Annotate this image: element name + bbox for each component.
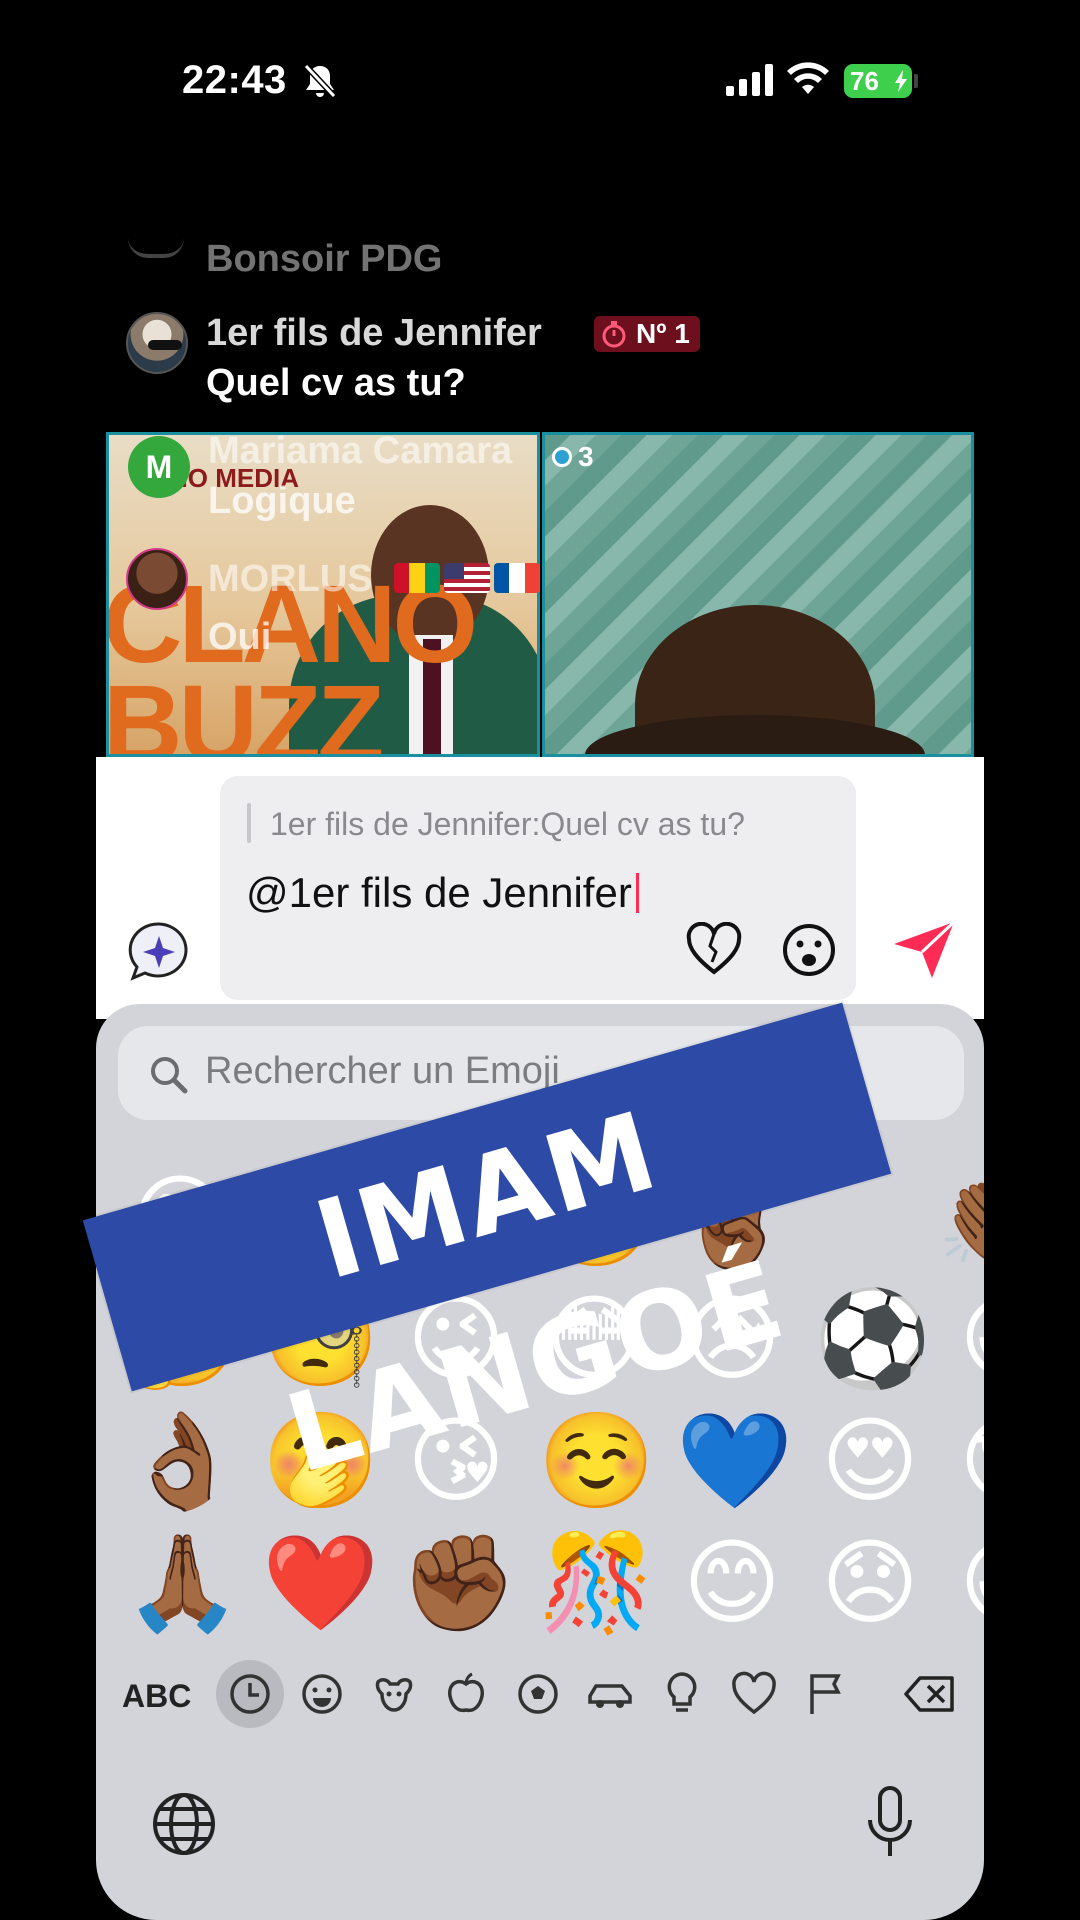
battery-indicator: 76	[844, 64, 912, 98]
comment-text: Logique	[208, 480, 356, 522]
food-category-icon[interactable]	[440, 1668, 492, 1720]
usa-flag-icon	[444, 563, 490, 593]
emoji-key[interactable]: 👌🏾	[124, 1406, 241, 1518]
stopwatch-icon	[602, 321, 626, 348]
emoji-key[interactable]: 😊	[676, 1528, 788, 1640]
avatar	[128, 238, 184, 258]
france-flag-icon	[494, 563, 540, 593]
emoji-key[interactable]: 🎊	[538, 1528, 655, 1640]
badge-label: Nº 1	[636, 318, 690, 349]
emoji-key[interactable]: 😎	[952, 1406, 984, 1518]
message-text: Quel cv as tu?	[206, 362, 466, 404]
search-icon	[151, 1057, 188, 1094]
viewer-count-value: 3	[578, 441, 594, 472]
comment-input-value: @1er fils de Jennifer	[246, 869, 632, 916]
video-tile-guest[interactable]	[542, 432, 974, 757]
message-author[interactable]: 1er fils de Jennifer	[206, 312, 542, 355]
objects-category-icon[interactable]	[656, 1668, 708, 1720]
comment-input[interactable]: @1er fils de Jennifer	[246, 866, 646, 920]
comment-author[interactable]: Mariama Camara	[208, 430, 512, 473]
message-text: Bonsoir PDG	[206, 238, 443, 280]
abc-key[interactable]: ABC	[122, 1678, 191, 1715]
emoji-key[interactable]: 😃	[952, 1528, 984, 1640]
delete-key-icon[interactable]	[902, 1668, 958, 1720]
activity-category-icon[interactable]	[512, 1668, 564, 1720]
heart-icon[interactable]	[686, 922, 742, 976]
avatar[interactable]	[126, 548, 188, 610]
emoji-category-bar: ABC	[96, 1660, 984, 1730]
battery-level: 76	[850, 66, 879, 96]
bell-off-icon	[303, 63, 337, 99]
flags-category-icon[interactable]	[800, 1668, 852, 1720]
text-caret	[635, 873, 639, 913]
reply-quote-bar	[247, 803, 251, 843]
battery-cap	[914, 74, 918, 88]
avatar-glasses	[148, 340, 182, 350]
emoji-key[interactable]: 🙏🏾	[124, 1528, 241, 1640]
emoji-key[interactable]: ⚽	[814, 1284, 931, 1396]
recent-clock-icon[interactable]	[224, 1668, 276, 1720]
avatar[interactable]: M	[128, 436, 190, 498]
emoji-key[interactable]: 😍	[814, 1406, 926, 1518]
emoji-key[interactable]: ❤️	[262, 1528, 379, 1640]
rank-badge: Nº 1	[594, 316, 700, 352]
microphone-icon[interactable]	[866, 1786, 914, 1862]
guinea-flag-icon	[394, 563, 440, 593]
emoji-key[interactable]: 👏🏾	[936, 1164, 984, 1276]
wifi-icon	[787, 62, 829, 94]
charging-bolt-icon	[895, 70, 907, 92]
smileys-category-icon[interactable]	[296, 1668, 348, 1720]
emoji-key[interactable]: 💙	[676, 1406, 793, 1518]
animals-category-icon[interactable]	[368, 1668, 420, 1720]
guest-viewer-count: 3	[552, 441, 594, 472]
emoji-search-placeholder: Rechercher un Emoji	[205, 1050, 560, 1092]
ai-sparkle-icon[interactable]	[126, 920, 192, 982]
status-bar: 22:43 76	[0, 0, 1080, 160]
flag-emojis	[394, 563, 540, 593]
emoji-key[interactable]: ✊🏾	[400, 1528, 517, 1640]
send-icon[interactable]	[892, 920, 956, 980]
emoji-key[interactable]: 😞	[814, 1528, 926, 1640]
emoji-face-icon[interactable]	[781, 922, 837, 978]
globe-icon[interactable]	[150, 1790, 218, 1858]
symbols-category-icon[interactable]	[728, 1668, 780, 1720]
comment-text: Oui	[208, 616, 272, 658]
travel-category-icon[interactable]	[584, 1668, 636, 1720]
emoji-key[interactable]: 😆	[952, 1284, 984, 1396]
comment-author[interactable]: MORLUS	[208, 558, 373, 601]
gift-dot-icon	[552, 447, 572, 467]
avatar[interactable]	[126, 312, 188, 374]
status-time: 22:43	[182, 58, 287, 102]
reply-preview: 1er fils de Jennifer:Quel cv as tu?	[270, 806, 745, 842]
cellular-signal-icon	[726, 64, 773, 96]
